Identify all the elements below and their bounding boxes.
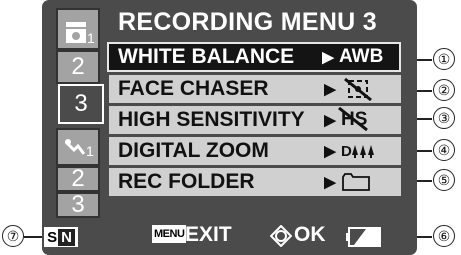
svg-text:1: 1 xyxy=(86,143,94,159)
menu-item-label: DIGITAL ZOOM xyxy=(118,139,269,162)
battery-icon xyxy=(346,227,381,247)
callout-6: ⑥ xyxy=(433,225,455,247)
joystick-icon xyxy=(270,225,292,247)
menu-button-icon: MENU xyxy=(152,225,187,243)
folder-icon xyxy=(342,173,370,191)
arrow-right-icon: ▶ xyxy=(322,49,334,66)
tab-setup-3[interactable]: 3 xyxy=(56,191,100,218)
awb-icon: AWB xyxy=(335,46,399,68)
lcd-screen: 1 2 3 1 2 3 RECORDING MENU 3 WHITE BALAN… xyxy=(42,0,417,255)
sn-s-label: S xyxy=(47,228,58,246)
menu-item-label: WHITE BALANCE xyxy=(118,45,295,68)
menu-item-face-chaser[interactable]: FACE CHASER ▶ xyxy=(109,75,401,103)
tab-camera-3[interactable]: 3 xyxy=(58,84,104,124)
callout-5: ⑤ xyxy=(433,169,455,191)
menu-item-rec-folder[interactable]: REC FOLDER ▶ xyxy=(109,168,401,196)
callout-leader-7 xyxy=(24,236,44,238)
high-sensitivity-off-icon: HS xyxy=(338,107,368,131)
sn-mode-badge: SN xyxy=(42,225,80,249)
digital-zoom-icon: D xyxy=(337,143,401,160)
camera-icon: 1 xyxy=(66,22,95,46)
arrow-right-icon: ▶ xyxy=(324,81,336,98)
zoom-trees-icon xyxy=(351,145,374,158)
tab-camera-1[interactable]: 1 xyxy=(56,8,100,50)
menu-item-high-sensitivity[interactable]: HIGH SENSITIVITY ▶ HS xyxy=(109,106,401,134)
menu-tabs: 1 2 3 1 2 3 xyxy=(56,8,104,218)
wrench-icon: 1 xyxy=(64,139,94,159)
menu-item-value: AWB xyxy=(339,46,384,67)
menu-item-digital-zoom[interactable]: DIGITAL ZOOM ▶ D xyxy=(109,137,401,165)
page-title: RECORDING MENU 3 xyxy=(118,8,377,36)
menu-list: WHITE BALANCE ▶ AWB FACE CHASER ▶ HIGH S… xyxy=(107,42,401,199)
sn-n-label: N xyxy=(58,228,75,246)
ok-label: OK xyxy=(294,223,326,246)
tab-setup-2[interactable]: 2 xyxy=(56,165,100,192)
tab-setup-1[interactable]: 1 xyxy=(56,128,100,166)
strike-icon xyxy=(338,107,368,131)
arrow-right-icon: ▶ xyxy=(324,174,336,191)
svg-text:1: 1 xyxy=(87,30,95,46)
footer-bar: MENU EXIT OK xyxy=(42,219,417,255)
menu-item-label: FACE CHASER xyxy=(118,77,269,100)
callout-7: ⑦ xyxy=(2,225,24,247)
menu-item-value: D xyxy=(341,142,352,160)
callout-4: ④ xyxy=(433,139,455,161)
tab-camera-2[interactable]: 2 xyxy=(56,50,100,84)
arrow-right-icon: ▶ xyxy=(324,143,336,160)
callout-2: ② xyxy=(433,79,455,101)
menu-item-label: REC FOLDER xyxy=(118,170,255,193)
menu-item-label: HIGH SENSITIVITY xyxy=(118,108,305,131)
face-chaser-off-icon xyxy=(344,77,372,101)
callout-1: ① xyxy=(433,48,455,70)
exit-label: EXIT xyxy=(185,223,232,246)
arrow-right-icon: ▶ xyxy=(324,112,336,129)
menu-item-white-balance[interactable]: WHITE BALANCE ▶ AWB xyxy=(107,42,401,72)
callout-3: ③ xyxy=(433,107,455,129)
